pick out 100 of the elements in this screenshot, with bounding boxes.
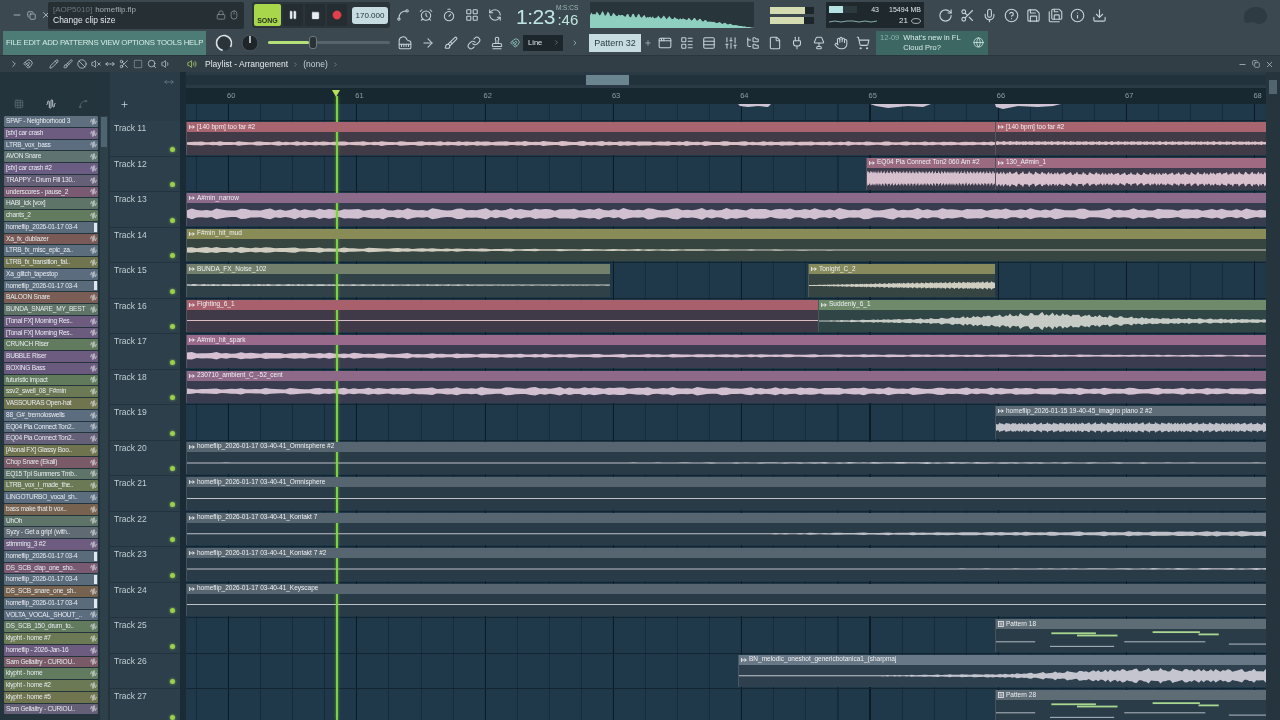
scrollbar[interactable] (100, 116, 108, 720)
track-name[interactable]: Track 14 (114, 230, 147, 240)
lamp-icon[interactable] (812, 35, 827, 50)
status-dot-icon[interactable] (170, 501, 175, 507)
arrows-icon[interactable] (105, 59, 115, 69)
timeline-scrollbar[interactable] (186, 72, 1266, 88)
loop-icon[interactable] (488, 8, 502, 22)
cart-icon[interactable] (856, 35, 871, 50)
track-name[interactable]: Track 22 (114, 514, 147, 524)
grid-icon[interactable] (465, 8, 479, 22)
refresh-icon[interactable] (938, 7, 953, 23)
status-dot-icon[interactable] (170, 359, 175, 365)
track-name[interactable]: Track 13 (114, 195, 147, 205)
curve-icon[interactable] (396, 8, 410, 22)
plus-icon[interactable] (120, 100, 129, 109)
track-name[interactable]: Track 27 (114, 692, 147, 702)
link-icon[interactable] (467, 35, 482, 50)
scissors-icon[interactable] (119, 59, 129, 69)
zoom-icon[interactable] (147, 59, 157, 69)
restore-icon[interactable] (27, 10, 36, 20)
speaker-icon[interactable] (161, 59, 171, 69)
folder-tree-icon[interactable] (746, 35, 761, 50)
tempo-field[interactable]: 170.000 (352, 6, 388, 24)
track-name[interactable]: Track 24 (114, 585, 147, 595)
help-icon[interactable] (1004, 7, 1019, 23)
waveform-icon[interactable] (46, 99, 56, 109)
close-icon[interactable] (1265, 59, 1274, 69)
globe-icon[interactable] (973, 37, 985, 48)
brush-icon[interactable] (63, 59, 73, 69)
stop-icon[interactable] (310, 10, 320, 20)
status-dot-icon[interactable] (170, 182, 175, 187)
volume-slider-thumb[interactable] (309, 36, 318, 49)
pencil-icon[interactable] (49, 59, 59, 69)
track-name[interactable]: Track 16 (114, 301, 147, 311)
hand-icon[interactable] (834, 35, 849, 50)
pause-icon[interactable] (288, 10, 298, 20)
track-name[interactable]: Track 23 (114, 550, 147, 560)
status-dot-icon[interactable] (170, 679, 175, 684)
track-name[interactable]: Track 11 (114, 124, 147, 134)
track-name[interactable]: Track 25 (114, 621, 147, 631)
chevron-icon[interactable] (553, 39, 561, 46)
save-all-icon[interactable] (1048, 7, 1063, 23)
close-icon[interactable] (41, 10, 51, 20)
scissors-icon[interactable] (960, 7, 975, 23)
playhead-marker-icon[interactable] (332, 90, 341, 97)
arrangement-name[interactable]: (none) (303, 59, 328, 69)
rows-icon[interactable] (702, 35, 717, 50)
record-icon[interactable] (332, 10, 342, 20)
record-button[interactable] (327, 4, 347, 26)
arrow-right-icon[interactable] (421, 35, 436, 50)
status-dot-icon[interactable] (170, 466, 175, 471)
status-dot-icon[interactable] (170, 643, 175, 649)
microphone-icon[interactable] (982, 7, 997, 23)
status-dot-icon[interactable] (170, 714, 175, 720)
save-icon[interactable] (1026, 7, 1041, 23)
status-dot-icon[interactable] (170, 608, 175, 613)
chevron-icon[interactable] (9, 59, 19, 69)
status-dot-icon[interactable] (170, 217, 175, 223)
list-icon[interactable] (680, 35, 695, 50)
pattern-selector[interactable]: Pattern 32 (589, 33, 642, 52)
selection-icon[interactable] (133, 59, 143, 69)
status-dot-icon[interactable] (170, 253, 175, 258)
window-icon[interactable] (658, 35, 673, 50)
status-dot-icon[interactable] (170, 572, 175, 578)
status-dot-icon[interactable] (170, 430, 175, 436)
stamp-icon[interactable] (490, 35, 505, 50)
scrollbar-thumb[interactable] (101, 117, 107, 147)
magnet-icon[interactable] (23, 59, 33, 69)
track-name[interactable]: Track 26 (114, 656, 147, 666)
track-name[interactable]: Track 17 (114, 337, 147, 347)
status-dot-icon[interactable] (170, 395, 175, 400)
status-dot-icon[interactable] (170, 537, 175, 542)
knob[interactable] (214, 32, 235, 53)
status-dot-icon[interactable] (170, 146, 175, 152)
restore-icon[interactable] (1252, 60, 1260, 68)
mute-icon[interactable] (91, 59, 101, 69)
scrollbar-thumb[interactable] (585, 75, 629, 85)
sliders-icon[interactable] (724, 35, 739, 50)
magnet-icon[interactable] (510, 37, 521, 48)
ban-icon[interactable] (77, 59, 87, 69)
track-name[interactable]: Track 20 (114, 443, 147, 453)
track-name[interactable]: Track 18 (114, 372, 147, 382)
info-icon[interactable] (1070, 7, 1085, 23)
track-name[interactable]: Track 21 (114, 479, 147, 489)
piano-icon[interactable] (398, 35, 413, 50)
scrollbar-thumb[interactable] (1269, 80, 1277, 94)
track-name[interactable]: Track 19 (114, 408, 147, 418)
knob[interactable] (240, 32, 261, 53)
plus-icon[interactable] (644, 38, 653, 47)
track-name[interactable]: Track 15 (114, 266, 147, 276)
alarm-clock-icon[interactable] (419, 8, 433, 22)
file-icon[interactable] (768, 35, 783, 50)
speaker-icon[interactable] (187, 59, 197, 69)
download-icon[interactable] (1092, 7, 1107, 23)
stop-button[interactable] (305, 4, 325, 26)
status-dot-icon[interactable] (170, 288, 175, 294)
timer-icon[interactable] (442, 8, 456, 22)
play-pause-button[interactable] (283, 4, 303, 26)
status-dot-icon[interactable] (170, 324, 175, 329)
brush-icon[interactable] (444, 35, 459, 50)
